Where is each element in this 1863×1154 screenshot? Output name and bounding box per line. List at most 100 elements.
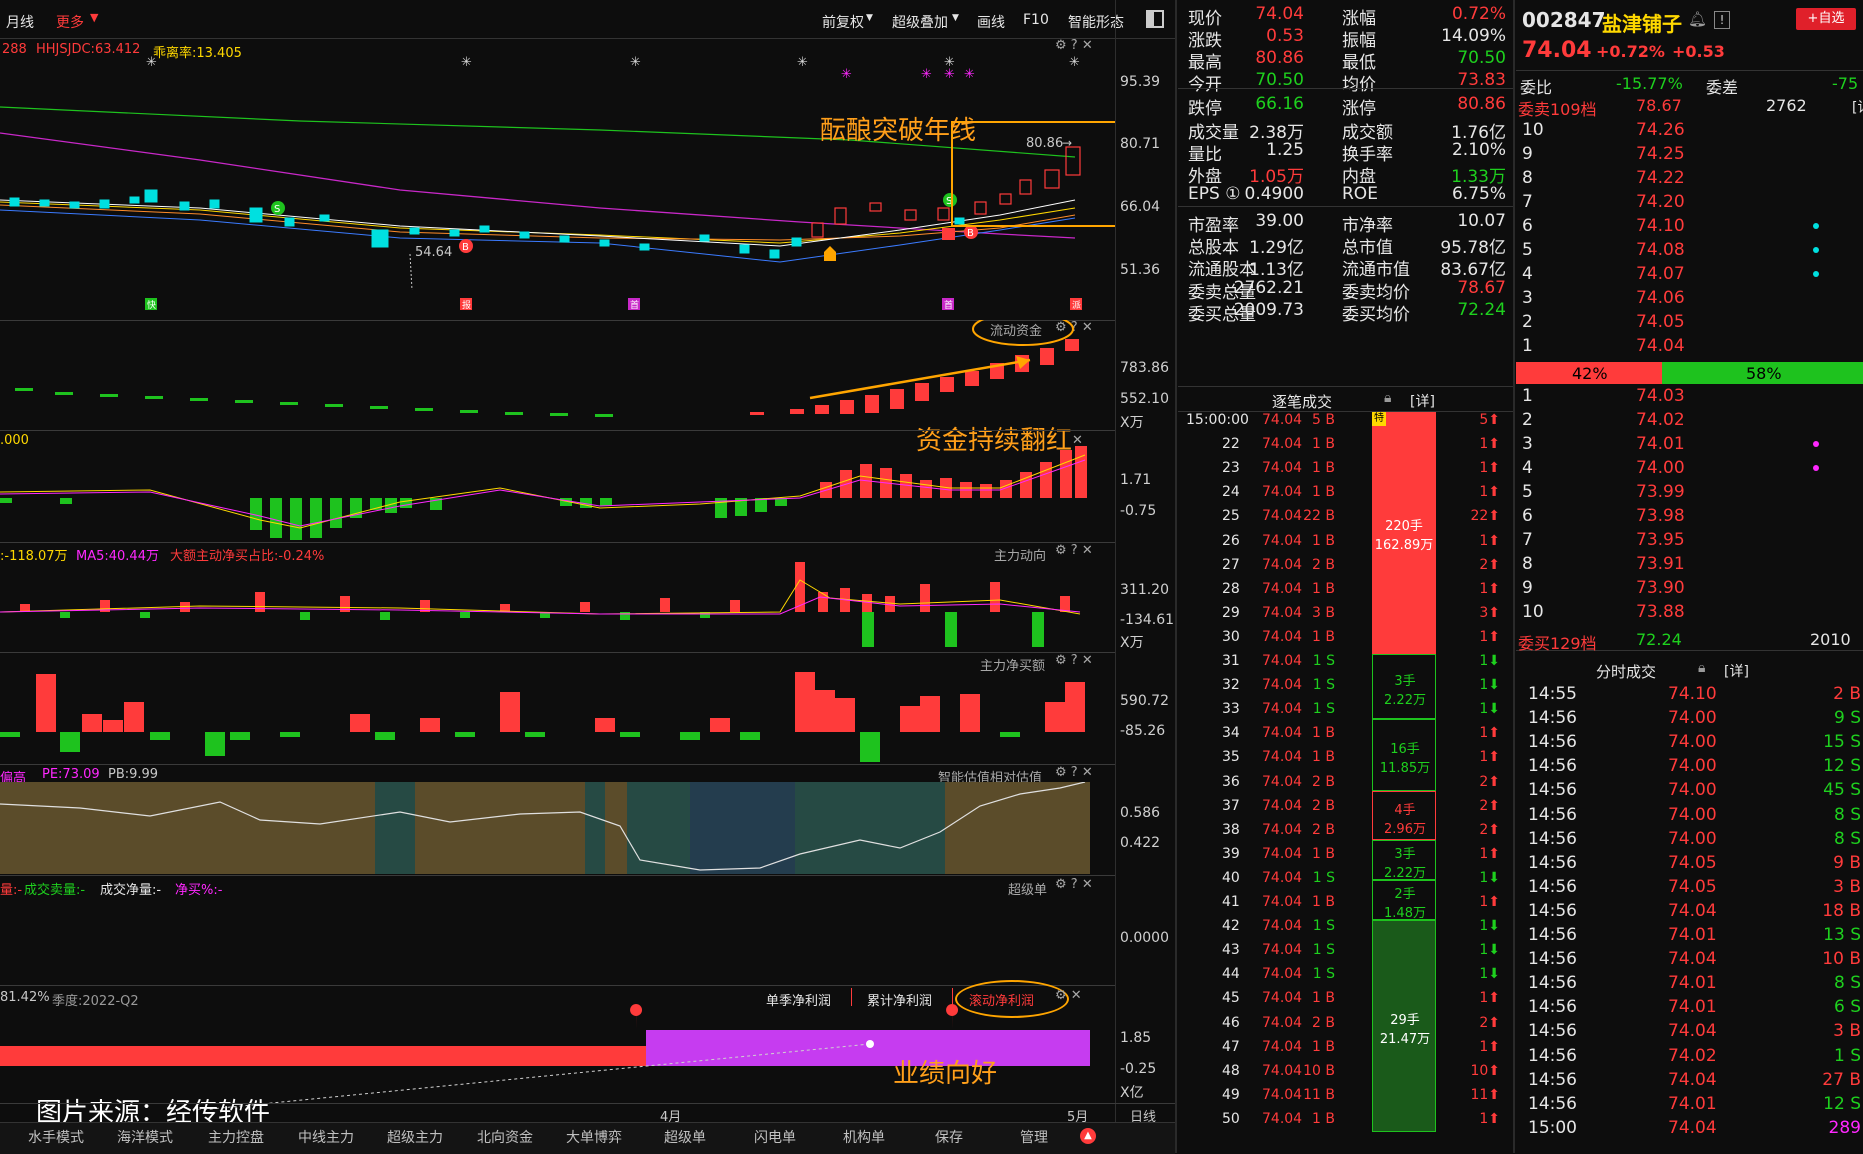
add-watchlist-button[interactable]: +自选 <box>1796 8 1856 30</box>
buy-level[interactable]: 9 <box>1522 578 1533 598</box>
panel-controls[interactable]: ⚙ ? ✕ <box>1055 765 1093 780</box>
buy-price[interactable]: 73.90 <box>1636 578 1685 598</box>
tab-ocean[interactable]: 海洋模式 <box>117 1127 173 1147</box>
tick-row[interactable]: 14:56 74.01 6 S <box>1520 997 1863 1021</box>
buy-level[interactable]: 10 <box>1522 602 1544 622</box>
more-menu[interactable]: 更多 <box>56 12 84 32</box>
layout-toggle-icon[interactable] <box>1146 10 1164 28</box>
buy-price[interactable]: 74.02 <box>1636 410 1685 430</box>
tick-row[interactable]: 14:56 74.00 12 S <box>1520 756 1863 780</box>
tick-row[interactable]: 14:56 74.02 1 S <box>1520 1046 1863 1070</box>
trade-row[interactable]: 22 74.04 1 B 1⬆ <box>1180 436 1510 460</box>
f10-button[interactable]: F10 <box>1023 12 1049 28</box>
tick-row[interactable]: 15:00 74.04 289 <box>1520 1118 1863 1142</box>
gear-icon[interactable]: ⚙ <box>1055 877 1067 892</box>
tab-sailor[interactable]: 水手模式 <box>28 1127 84 1147</box>
close-icon[interactable]: ✕ <box>1082 765 1093 780</box>
trade-row[interactable]: 50 74.04 1 B 1⬆ <box>1180 1111 1510 1135</box>
tab-super-order[interactable]: 超级单 <box>664 1127 706 1147</box>
chevron-up-icon[interactable]: ▲ <box>1080 1128 1096 1144</box>
tick-row[interactable]: 14:56 74.00 15 S <box>1520 732 1863 756</box>
trade-row[interactable]: 38 74.04 2 B 2⬆ <box>1180 822 1510 846</box>
tick-row[interactable]: 14:56 74.00 45 S <box>1520 780 1863 804</box>
buy-level[interactable]: 2 <box>1522 410 1533 430</box>
tab-big-order[interactable]: 大单博弈 <box>566 1127 622 1147</box>
trade-row[interactable]: 30 74.04 1 B 1⬆ <box>1180 629 1510 653</box>
trade-row[interactable]: 46 74.04 2 B 2⬆ <box>1180 1015 1510 1039</box>
sell-level[interactable]: 8 <box>1522 168 1533 188</box>
trade-row[interactable]: 39 74.04 1 B 1⬆ <box>1180 846 1510 870</box>
trade-row[interactable]: 36 74.04 2 B 2⬆ <box>1180 774 1510 798</box>
chevron-down-icon[interactable]: ▼ <box>90 11 98 24</box>
tick-row[interactable]: 14:56 74.01 13 S <box>1520 925 1863 949</box>
close-icon[interactable]: ✕ <box>1082 877 1093 892</box>
buy-level[interactable]: 4 <box>1522 458 1533 478</box>
trade-row[interactable]: 40 74.04 1 S 1⬇ <box>1180 870 1510 894</box>
trade-row[interactable]: 34 74.04 1 B 1⬆ <box>1180 725 1510 749</box>
sell-level[interactable]: 5 <box>1522 240 1533 260</box>
tick-row[interactable]: 14:55 74.10 2 B <box>1520 684 1863 708</box>
overlay-menu[interactable]: 超级叠加 <box>892 12 948 32</box>
trade-row[interactable]: 45 74.04 1 B 1⬆ <box>1180 990 1510 1014</box>
buy-level[interactable]: 1 <box>1522 386 1533 406</box>
tick-row[interactable]: 14:56 74.04 18 B <box>1520 901 1863 925</box>
help-icon[interactable]: ? <box>1071 765 1078 780</box>
tick-row[interactable]: 14:56 74.01 8 S <box>1520 973 1863 997</box>
trade-row[interactable]: 48 74.04 10 B 10⬆ <box>1180 1063 1510 1087</box>
tick-row[interactable]: 14:56 74.00 8 S <box>1520 829 1863 853</box>
sell-level[interactable]: 4 <box>1522 264 1533 284</box>
panel-controls[interactable]: ⚙ ? ✕ <box>1055 877 1093 892</box>
trade-row[interactable]: 27 74.04 2 B 2⬆ <box>1180 557 1510 581</box>
buy-price[interactable]: 74.00 <box>1636 458 1685 478</box>
sell-price[interactable]: 74.08 <box>1636 240 1685 260</box>
sell-level[interactable]: 7 <box>1522 192 1533 212</box>
valuation-chart[interactable] <box>0 782 1115 874</box>
sell-level[interactable]: 2 <box>1522 312 1533 332</box>
tick-row[interactable]: 14:56 74.04 27 B <box>1520 1070 1863 1094</box>
buy-price[interactable]: 73.95 <box>1636 530 1685 550</box>
sell-price[interactable]: 74.26 <box>1636 120 1685 140</box>
liquid-funds-chart[interactable] <box>0 320 1115 430</box>
buy-level[interactable]: 3 <box>1522 434 1533 454</box>
sell-price[interactable]: 74.05 <box>1636 312 1685 332</box>
tick-row[interactable]: 14:56 74.00 9 S <box>1520 708 1863 732</box>
tick-row[interactable]: 14:56 74.00 8 S <box>1520 805 1863 829</box>
tick-row[interactable]: 14:56 74.04 10 B <box>1520 949 1863 973</box>
sell-price[interactable]: 74.25 <box>1636 144 1685 164</box>
tick-row[interactable]: 14:56 74.01 12 S <box>1520 1094 1863 1118</box>
gear-icon[interactable]: ⚙ <box>1055 765 1067 780</box>
chart-area[interactable]: 月线 更多 ▼ 前复权 ▼ 超级叠加 ▼ 画线 F10 智能形态 288 HHJ… <box>0 0 1175 1154</box>
save-button[interactable]: 保存 <box>935 1127 963 1147</box>
trade-row[interactable]: 35 74.04 1 B 1⬆ <box>1180 749 1510 773</box>
sell-price[interactable]: 74.04 <box>1636 336 1685 356</box>
trade-row[interactable]: 25 74.04 22 B 22⬆ <box>1180 508 1510 532</box>
tab-flash-order[interactable]: 闪电单 <box>754 1127 796 1147</box>
tick-row[interactable]: 14:56 74.04 3 B <box>1520 1021 1863 1045</box>
trade-row[interactable]: 33 74.04 1 S 1⬇ <box>1180 701 1510 725</box>
sell-level[interactable]: 9 <box>1522 144 1533 164</box>
bell-icon[interactable]: 🔔︎ <box>1688 10 1707 28</box>
tab-institution[interactable]: 机构单 <box>843 1127 885 1147</box>
trade-row[interactable]: 31 74.04 1 S 1⬇ <box>1180 653 1510 677</box>
sell-price[interactable]: 74.10 <box>1636 216 1685 236</box>
tab-northbound[interactable]: 北向资金 <box>477 1127 533 1147</box>
momentum-chart[interactable] <box>0 430 1115 542</box>
trade-row[interactable]: 49 74.04 11 B 11⬆ <box>1180 1087 1510 1111</box>
buy-level[interactable]: 8 <box>1522 554 1533 574</box>
net-buy-chart[interactable] <box>0 652 1115 764</box>
sell-price[interactable]: 74.22 <box>1636 168 1685 188</box>
buy-price[interactable]: 73.98 <box>1636 506 1685 526</box>
manage-button[interactable]: 管理 <box>1020 1127 1048 1147</box>
sell-detail-button[interactable]: [详 <box>1852 97 1863 117</box>
trades-detail-button[interactable]: [详] <box>1410 391 1435 411</box>
trade-row[interactable]: 32 74.04 1 S 1⬇ <box>1180 677 1510 701</box>
trade-row[interactable]: 41 74.04 1 B 1⬆ <box>1180 894 1510 918</box>
trade-row[interactable]: 37 74.04 2 B 2⬆ <box>1180 798 1510 822</box>
sell-level[interactable]: 1 <box>1522 336 1533 356</box>
chevron-down-icon[interactable]: ▼ <box>952 13 959 23</box>
trade-row[interactable]: 42 74.04 1 S 1⬇ <box>1180 918 1510 942</box>
buy-price[interactable]: 74.01 <box>1636 434 1685 454</box>
trade-row[interactable]: 15:00:00 74.04 5 B 5⬆ <box>1180 412 1510 436</box>
sell-price[interactable]: 74.20 <box>1636 192 1685 212</box>
info-icon[interactable]: ! <box>1714 11 1730 29</box>
